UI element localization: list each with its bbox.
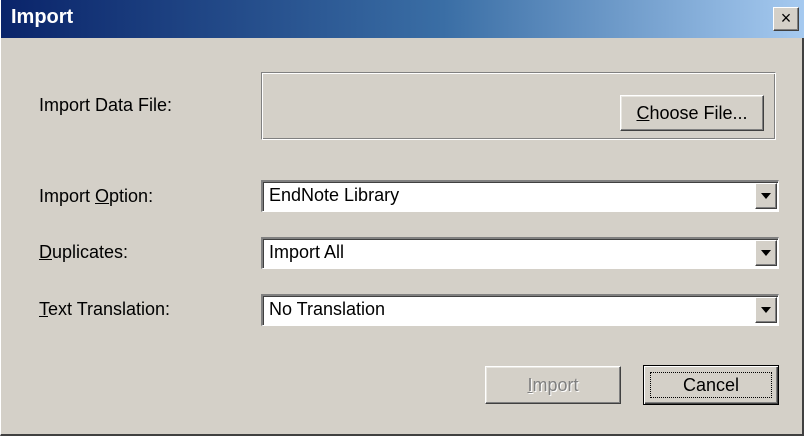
text-translation-mnemonic: T (39, 299, 48, 319)
duplicates-mnemonic: D (39, 242, 52, 262)
import-option-label-part: Import (39, 186, 96, 206)
text-translation-label-rest: ext Translation: (48, 299, 171, 319)
import-option-label: Import Option: (39, 186, 153, 207)
import-dialog: Import × Import Data File: Choose File..… (0, 0, 804, 436)
chevron-down-icon[interactable] (755, 297, 777, 323)
cancel-button[interactable]: Cancel (643, 365, 779, 405)
close-icon: × (780, 8, 792, 28)
chevron-down-icon[interactable] (755, 183, 777, 209)
choose-file-button[interactable]: Choose File... (620, 95, 764, 131)
window-title: Import (11, 6, 74, 28)
choose-file-label: hoose File... (649, 103, 748, 123)
import-option-select[interactable]: EndNote Library (261, 180, 779, 212)
import-data-file-label: Import Data File: (39, 95, 173, 115)
close-button[interactable]: × (773, 7, 799, 31)
duplicates-value: Import All (269, 242, 345, 262)
title-bar[interactable]: Import × (1, 0, 804, 38)
duplicates-label-rest: uplicates: (52, 242, 129, 262)
chevron-down-icon[interactable] (755, 240, 777, 266)
duplicates-select[interactable]: Import All (261, 237, 779, 269)
text-translation-select[interactable]: No Translation (261, 294, 779, 326)
import-option-value: EndNote Library (269, 185, 400, 205)
cancel-label: Cancel (682, 375, 740, 395)
import-option-mnemonic: O (95, 186, 110, 206)
text-translation-value: No Translation (269, 299, 386, 319)
choose-file-mnemonic: C (636, 103, 650, 123)
import-label: mport (532, 375, 579, 395)
import-option-label-rest: ption: (109, 186, 154, 206)
duplicates-label: Duplicates: (39, 242, 128, 263)
import-button[interactable]: Import (485, 366, 621, 404)
text-translation-label: Text Translation: (39, 299, 170, 320)
